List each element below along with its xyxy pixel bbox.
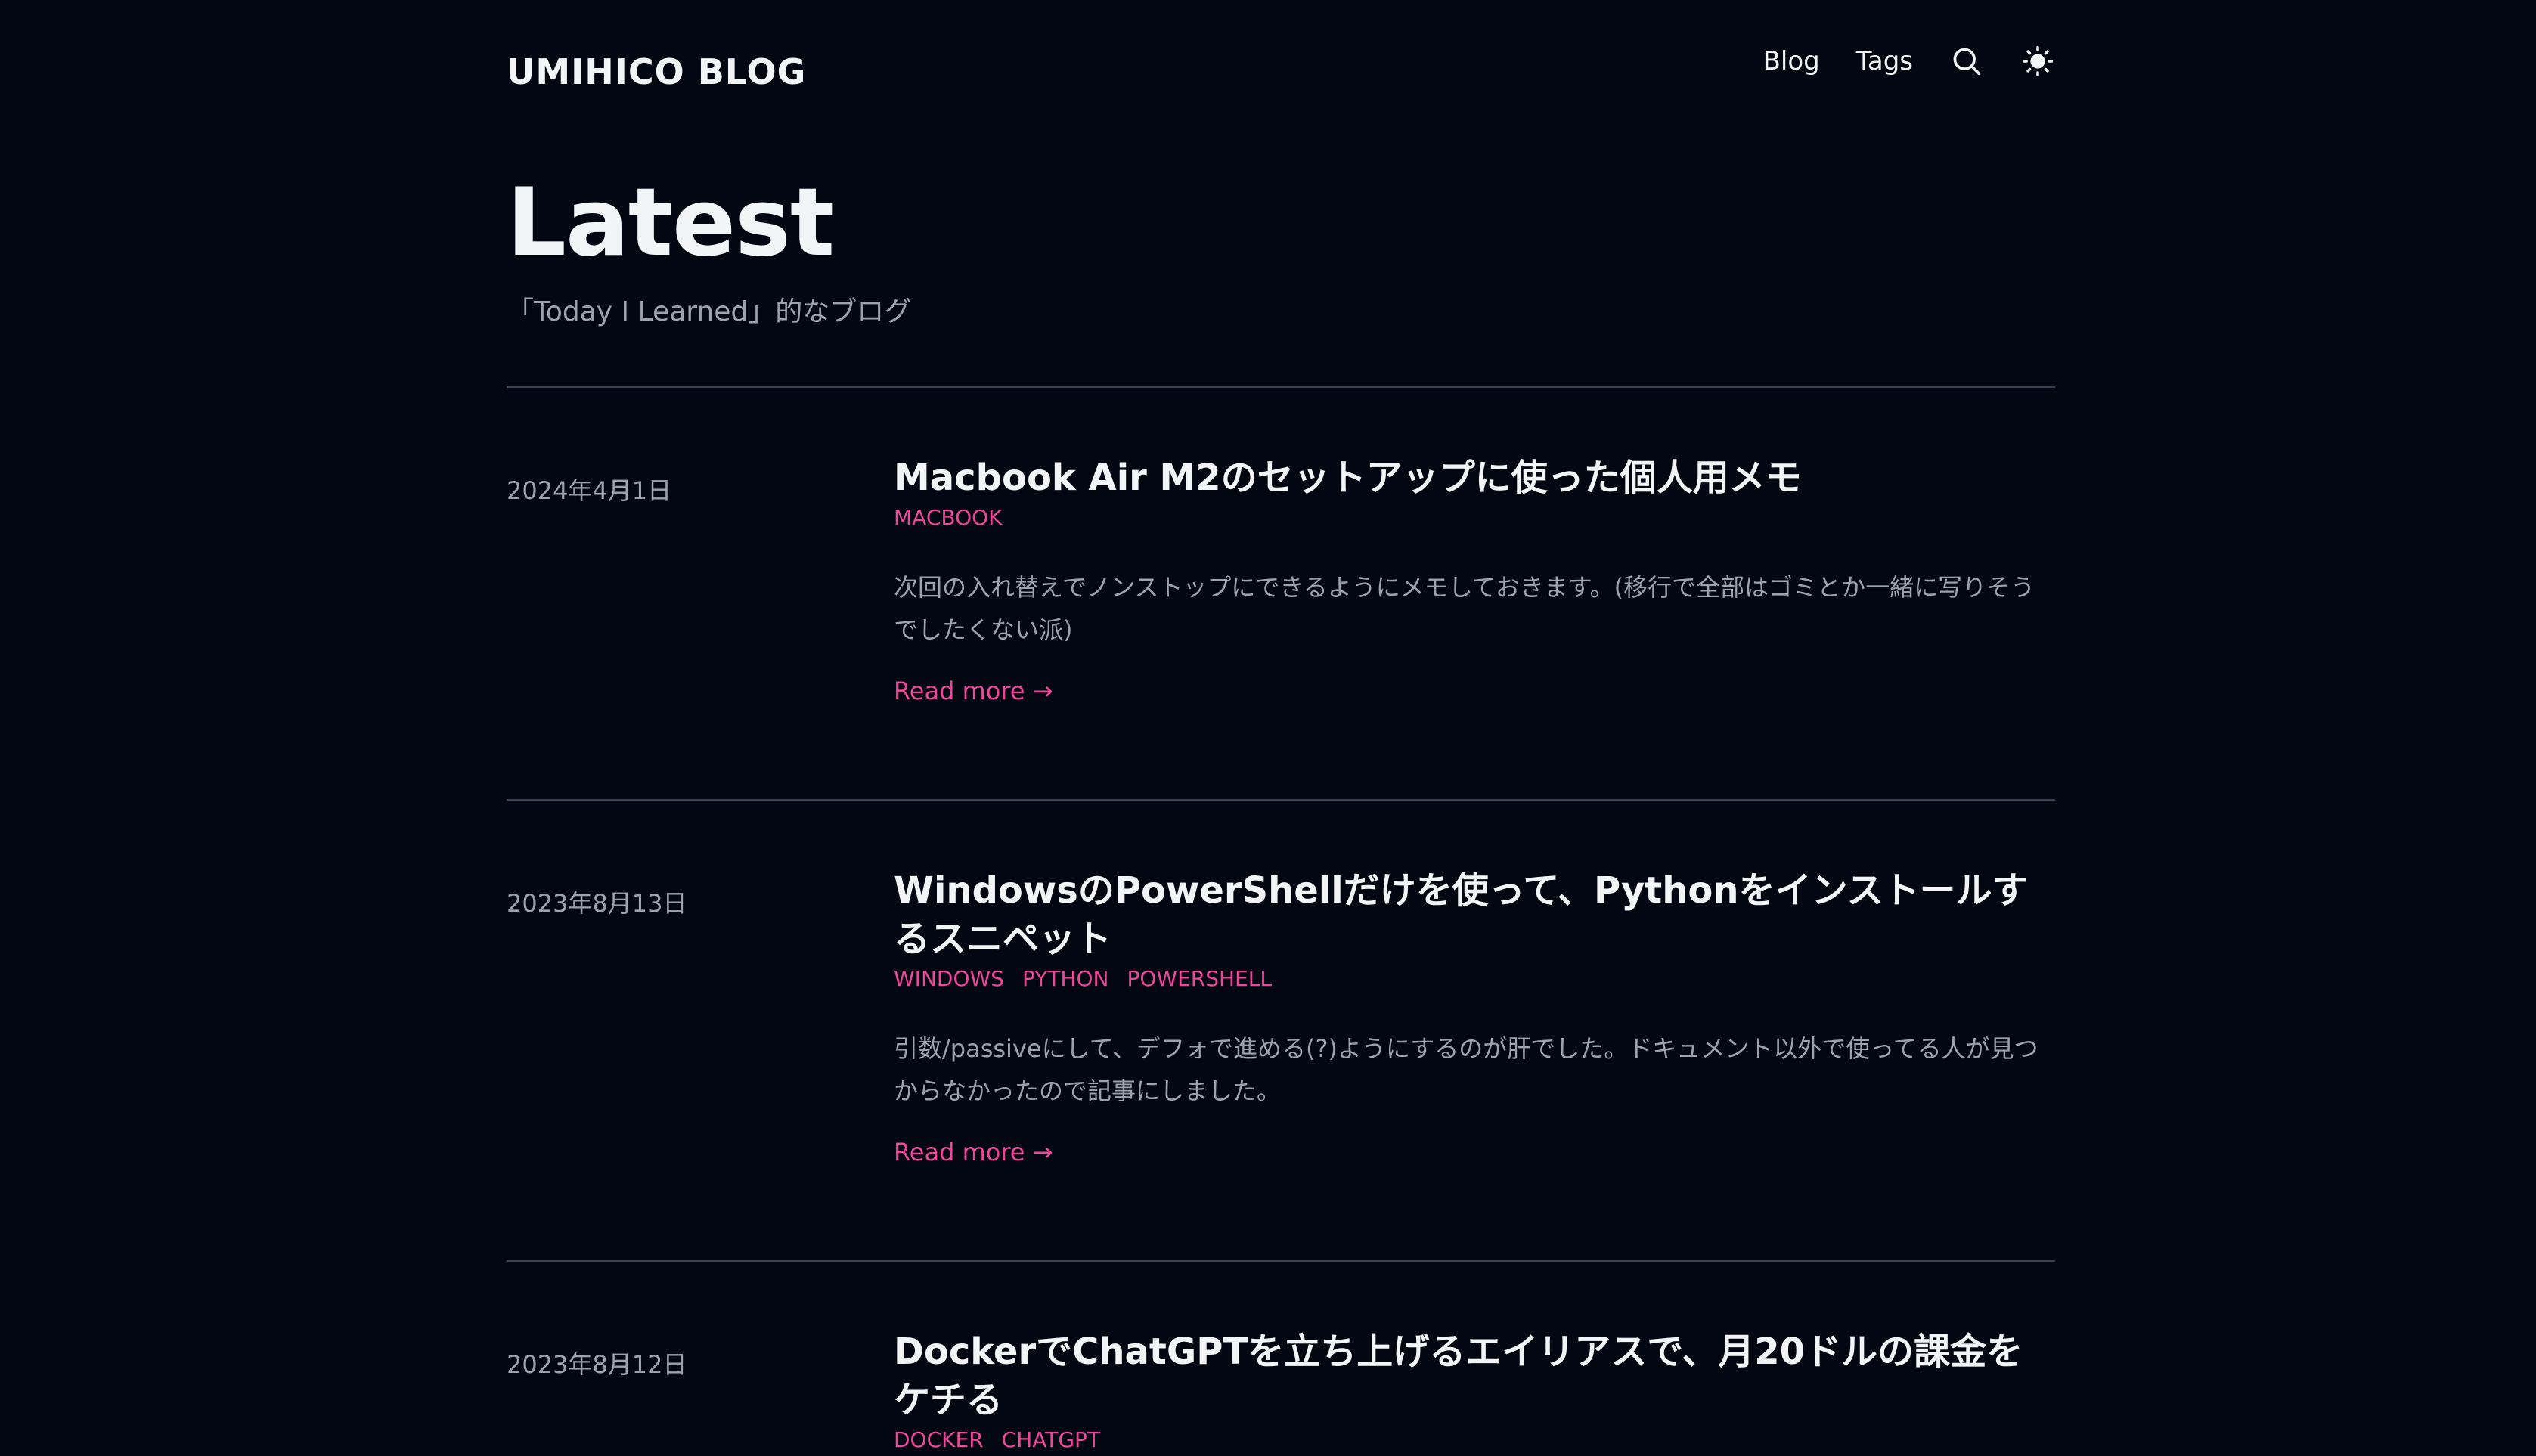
sun-icon[interactable] xyxy=(2020,44,2055,79)
read-more-link[interactable]: Read more → xyxy=(894,1138,2055,1166)
divider xyxy=(507,1260,2055,1262)
post-body: WindowsのPowerShellだけを使って、Pythonをインストールする… xyxy=(894,866,2055,1166)
main-nav: Blog Tags xyxy=(1763,44,2055,79)
post-title[interactable]: WindowsのPowerShellだけを使って、Pythonをインストールする… xyxy=(894,866,2055,963)
post-date: 2023年8月13日 xyxy=(507,889,687,918)
page-container: UMIHICO BLOG Blog Tags Latest 「Today I L… xyxy=(507,0,2055,1452)
page-title: Latest xyxy=(507,169,835,277)
tag-link[interactable]: WINDOWS xyxy=(894,966,1004,991)
tag-link[interactable]: CHATGPT xyxy=(1002,1427,1100,1452)
post-title[interactable]: Macbook Air M2のセットアップに使った個人用メモ xyxy=(894,454,2055,502)
post-excerpt: 次回の入れ替えでノンストップにできるようにメモしておきます。(移行で全部はゴミと… xyxy=(894,573,2035,644)
divider xyxy=(507,799,2055,801)
post-excerpt: 引数/passiveにして、デフォで進める(?)ようにするのが肝でした。ドキュメ… xyxy=(894,1034,2038,1105)
tag-link[interactable]: MACBOOK xyxy=(894,505,1003,530)
nav-link-tags[interactable]: Tags xyxy=(1856,46,1913,76)
site-logo[interactable]: UMIHICO BLOG xyxy=(507,51,806,92)
site-header: UMIHICO BLOG Blog Tags xyxy=(507,0,2055,144)
nav-link-blog[interactable]: Blog xyxy=(1763,46,1820,76)
post-date: 2024年4月1日 xyxy=(507,476,672,505)
post-title[interactable]: DockerでChatGPTを立ち上げるエイリアスで、月20ドルの課金をケチる xyxy=(894,1327,2055,1424)
post-tags: WINDOWS PYTHON POWERSHELL xyxy=(894,966,2055,991)
search-icon[interactable] xyxy=(1949,44,1984,79)
post-date: 2023年8月12日 xyxy=(507,1350,687,1379)
post-tags: DOCKER CHATGPT xyxy=(894,1427,2055,1452)
tag-link[interactable]: PYTHON xyxy=(1022,966,1109,991)
divider xyxy=(507,386,2055,388)
post-body: DockerでChatGPTを立ち上げるエイリアスで、月20ドルの課金をケチる … xyxy=(894,1327,2055,1452)
post-body: Macbook Air M2のセットアップに使った個人用メモ MACBOOK 次… xyxy=(894,454,2055,705)
hero-section: Latest 「Today I Learned」的なブログ xyxy=(507,170,911,329)
post-tags: MACBOOK xyxy=(894,505,2055,530)
tag-link[interactable]: DOCKER xyxy=(894,1427,984,1452)
page-subtitle: 「Today I Learned」的なブログ xyxy=(507,296,912,327)
tag-link[interactable]: POWERSHELL xyxy=(1127,966,1271,991)
read-more-link[interactable]: Read more → xyxy=(894,677,2055,705)
